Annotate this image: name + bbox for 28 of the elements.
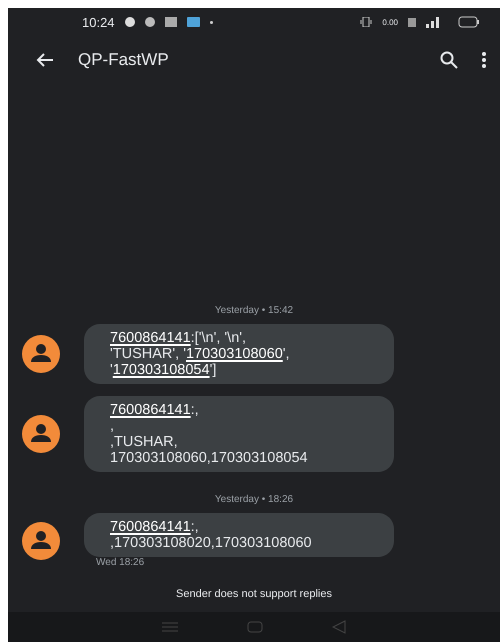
status-time: 10:24 bbox=[82, 14, 115, 30]
message-timestamp: Wed 18:26 bbox=[96, 557, 144, 568]
vibrate-icon bbox=[360, 17, 372, 27]
avatar-icon bbox=[22, 415, 60, 453]
search-icon[interactable] bbox=[440, 51, 458, 69]
date-separator: Yesterday • 15:42 bbox=[214, 305, 294, 316]
network-speed: 0.00 bbox=[382, 18, 398, 26]
dot-icon bbox=[210, 20, 213, 24]
reply-notice: Sender does not support replies bbox=[175, 587, 333, 602]
phone-number-link[interactable]: 7600864141 bbox=[110, 519, 191, 535]
message-bubble[interactable]: 7600864141:, , ,TUSHAR, 170303108060,170303108054 bbox=[84, 396, 394, 472]
phone-number-link[interactable]: 170303108060 bbox=[186, 346, 283, 362]
message-bubble[interactable]: 7600864141:, ,170303108020,170303108060 bbox=[84, 513, 394, 557]
notification-icon bbox=[124, 17, 135, 27]
battery-icon bbox=[458, 16, 480, 28]
more-options-icon[interactable] bbox=[482, 52, 486, 68]
avatar-icon bbox=[22, 335, 60, 373]
back-arrow-icon[interactable] bbox=[36, 52, 54, 68]
notification-icon bbox=[186, 17, 200, 27]
date-separator: Yesterday • 18:26 bbox=[214, 494, 294, 505]
avatar-icon bbox=[22, 522, 60, 560]
notification-icon bbox=[144, 17, 155, 27]
notification-icon bbox=[164, 17, 177, 27]
conversation-title: QP-FastWP bbox=[78, 50, 170, 70]
phone-number-link[interactable]: 7600864141 bbox=[110, 402, 191, 418]
message-bubble[interactable]: 7600864141:['\n', '\n', 'TUSHAR', '170303108060', '170303108054'] bbox=[84, 324, 394, 384]
phone-number-link[interactable]: 7600864141 bbox=[110, 330, 191, 346]
phone-number-link[interactable]: 170303108054 bbox=[112, 362, 210, 378]
